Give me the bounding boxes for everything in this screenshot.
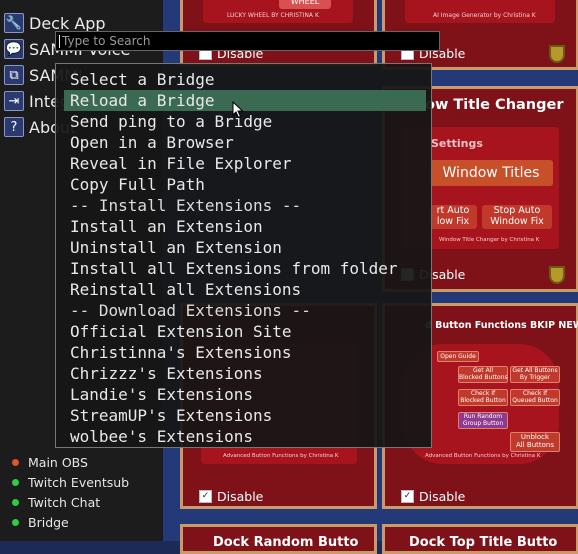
windows-icon: ⧉ — [4, 65, 24, 85]
menu-item-streamup[interactable]: StreamUP's Extensions — [64, 405, 426, 426]
extension-card-dock-top-title[interactable]: Dock Top Title Butto — [382, 524, 578, 554]
settings-label: Settings — [431, 137, 483, 150]
login-icon: ⇥ — [4, 91, 24, 111]
menu-item-install-extension[interactable]: Install an Extension — [64, 216, 426, 237]
card-caption: Window Title Changer by Christina K — [439, 237, 540, 243]
shield-icon — [549, 45, 565, 63]
menu-item-send-ping[interactable]: Send ping to a Bridge — [64, 111, 426, 132]
search-input[interactable]: Type to Search — [55, 31, 440, 51]
check-queued-button: Check If Queued Button — [510, 389, 560, 406]
menu-item-reload-bridge[interactable]: Reload a Bridge — [64, 90, 426, 111]
command-menu: Select a Bridge Reload a Bridge Send pin… — [55, 63, 432, 448]
menu-item-reinstall-all[interactable]: Reinstall all Extensions — [64, 279, 426, 300]
unblock-all-button: Unblock All Buttons — [510, 432, 560, 452]
wrench-icon: 🔧 — [4, 13, 24, 33]
status-dot-icon — [12, 499, 19, 506]
menu-item-install-all-folder[interactable]: Install all Extensions from folder — [64, 258, 426, 279]
card-caption: LUCKY WHEEL BY CHRISTINA K — [227, 12, 319, 19]
status-twitch-chat: Twitch Chat — [12, 495, 100, 510]
check-blocked-button: Check If Blocked Button — [458, 389, 508, 406]
disable-checkbox[interactable]: ✓ Disable — [401, 489, 465, 504]
menu-item-select-bridge[interactable]: Select a Bridge — [64, 69, 426, 90]
status-label: Twitch Chat — [28, 495, 101, 510]
menu-separator-download: -- Download Extensions -- — [70, 301, 311, 320]
status-label: Bridge — [28, 515, 69, 530]
menu-item-landie[interactable]: Landie's Extensions — [64, 384, 426, 405]
status-dot-icon — [12, 479, 19, 486]
disable-checkbox[interactable]: ✓ Disable — [199, 489, 263, 504]
wheel-button: WHEEL — [279, 0, 331, 9]
checkbox-box[interactable]: ✓ — [199, 490, 212, 503]
card-title: Dock Random Butto — [213, 535, 359, 550]
stop-auto-fix-button: Stop Auto Window Fix — [482, 205, 552, 229]
card-caption: Advanced Button Functions by Christina K — [223, 453, 339, 459]
shield-icon — [549, 266, 565, 284]
nav-label: Deck App — [29, 13, 106, 33]
menu-item-open-browser[interactable]: Open in a Browser — [64, 132, 426, 153]
chat-icon: 💬 — [4, 39, 24, 59]
status-label: Twitch Eventsub — [28, 475, 130, 490]
extension-card-dock-random[interactable]: Dock Random Butto — [180, 524, 377, 554]
menu-item-chrizzz[interactable]: Chrizzz's Extensions — [64, 363, 426, 384]
card-caption: AI Image Generator by Christina K — [433, 12, 536, 19]
menu-item-christinna[interactable]: Christinna's Extensions — [64, 342, 426, 363]
status-bridge: Bridge — [12, 515, 69, 530]
status-twitch-eventsub: Twitch Eventsub — [12, 475, 129, 490]
status-dot-icon — [12, 519, 19, 526]
menu-item-wolbee[interactable]: wolbee's Extensions — [64, 426, 426, 447]
status-label: Main OBS — [28, 455, 88, 470]
menu-item-reveal-explorer[interactable]: Reveal in File Explorer — [64, 153, 426, 174]
checkbox-label: Disable — [217, 489, 264, 504]
open-guide-button: Open Guide — [437, 351, 479, 362]
window-titles-button: Window Titles — [429, 160, 553, 186]
start-auto-fix-button: rt Auto low Fix — [429, 205, 477, 229]
search-placeholder: Type to Search — [62, 34, 151, 48]
checkbox-label: Disable — [419, 489, 466, 504]
card-title: ow Title Changer — [425, 97, 564, 113]
menu-item-official-site[interactable]: Official Extension Site — [64, 321, 426, 342]
menu-item-uninstall-extension[interactable]: Uninstall an Extension — [64, 237, 426, 258]
checkbox-box[interactable]: ✓ — [401, 490, 414, 503]
run-random-button: Run Random Group Button — [458, 412, 508, 429]
card-caption: Advanced Button Functions by Christina K — [425, 453, 541, 459]
card-title: d Button Functions BKIP NEW — [425, 320, 578, 331]
menu-item-copy-path[interactable]: Copy Full Path — [64, 174, 426, 195]
status-dot-icon — [12, 459, 19, 466]
card-title: Dock Top Title Butto — [409, 535, 558, 550]
get-all-blocked-button: Get All Blocked Buttons — [458, 366, 508, 383]
mouse-pointer-icon — [232, 101, 244, 119]
status-main-obs: Main OBS — [12, 455, 88, 470]
get-by-trigger-button: Get All Buttons By Trigger — [510, 366, 560, 383]
help-icon: ? — [4, 117, 24, 137]
menu-separator-install: -- Install Extensions -- — [70, 196, 302, 215]
text-caret — [59, 35, 60, 48]
